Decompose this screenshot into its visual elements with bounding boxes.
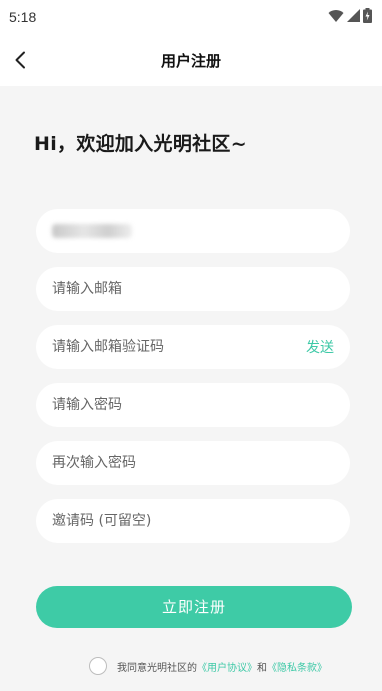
password-confirm-input[interactable]: [36, 441, 282, 485]
nav-bar: 用户注册: [0, 34, 382, 86]
register-button[interactable]: 立即注册: [36, 586, 352, 628]
status-icons: [328, 8, 372, 23]
password-field[interactable]: [36, 383, 350, 427]
status-time: 5:18: [9, 9, 37, 25]
email-code-input[interactable]: [36, 325, 282, 369]
agreement-row: 我同意光明社区的 《用户协议》 和 《隐私条款》: [89, 657, 327, 675]
register-form: Hi，欢迎加入光明社区~ 发送 立即注册 我同意光明社区的 《用户协议》 和 《…: [0, 86, 382, 691]
redacted-username: [52, 221, 138, 241]
password-confirm-field[interactable]: [36, 441, 350, 485]
agreement-and: 和: [257, 662, 267, 674]
privacy-policy-link[interactable]: 《隐私条款》: [267, 659, 327, 674]
user-agreement-link[interactable]: 《用户协议》: [197, 659, 257, 674]
greeting-heading: Hi，欢迎加入光明社区~: [34, 133, 247, 155]
wifi-icon: [328, 9, 344, 22]
signal-icon: [347, 9, 360, 22]
invite-code-field[interactable]: [36, 499, 350, 543]
page-title: 用户注册: [160, 52, 221, 70]
email-input[interactable]: [36, 267, 282, 311]
status-bar: 5:18: [0, 0, 382, 34]
invite-code-input[interactable]: [36, 499, 282, 543]
email-code-field[interactable]: 发送: [36, 325, 350, 369]
agree-checkbox[interactable]: [89, 657, 107, 675]
battery-icon: [363, 8, 372, 23]
send-code-button[interactable]: 发送: [306, 337, 334, 357]
password-input[interactable]: [36, 383, 282, 427]
email-field[interactable]: [36, 267, 350, 311]
agreement-prefix: 我同意光明社区的: [117, 662, 197, 674]
username-field[interactable]: [36, 209, 350, 253]
